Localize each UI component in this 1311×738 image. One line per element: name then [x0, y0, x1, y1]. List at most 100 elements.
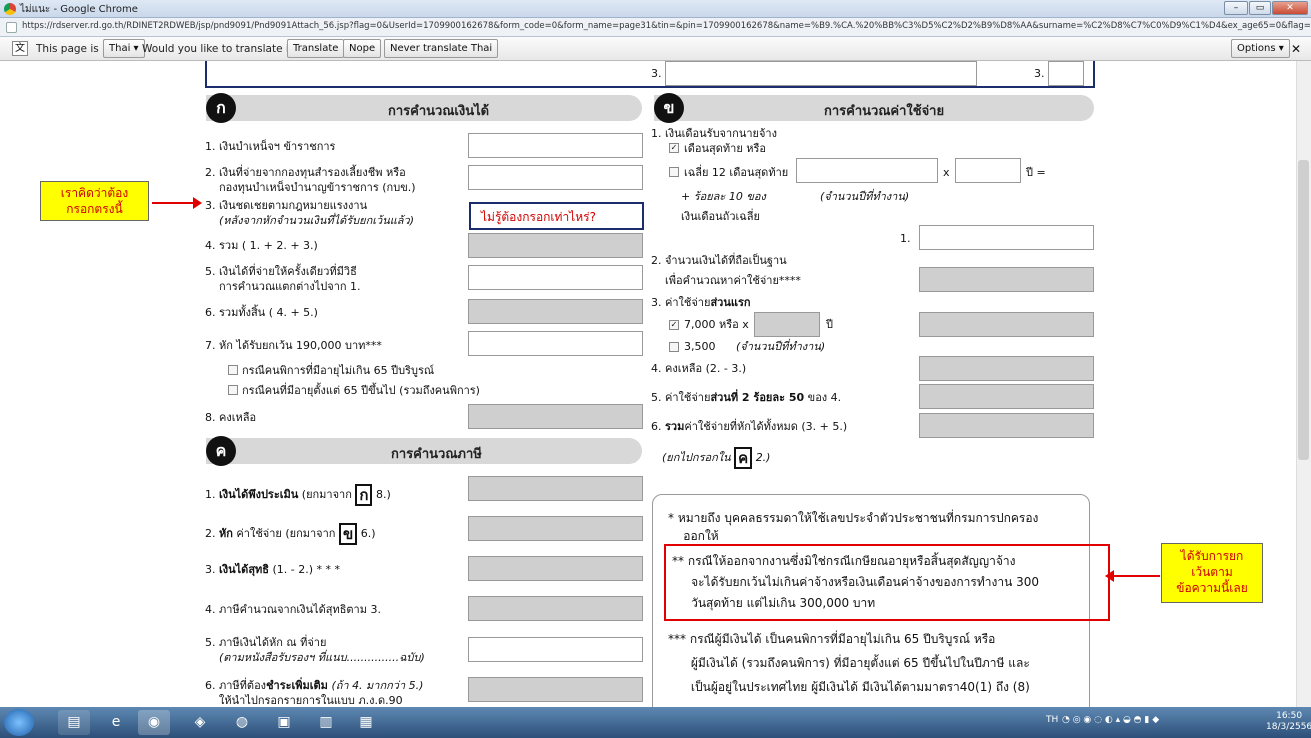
a-item-1: 1. เงินบำเหน็จฯ ข้าราชการ [205, 140, 336, 153]
b-sub1-field[interactable] [919, 225, 1094, 250]
top-row-field-left[interactable] [665, 61, 977, 86]
language-indicator[interactable]: TH [1046, 715, 1058, 725]
minimize-button[interactable]: – [1224, 1, 1248, 15]
b-work-years: (จำนวนปีที่ทำงาน) [820, 190, 910, 203]
maximize-button[interactable]: ▭ [1249, 1, 1271, 15]
b-plus10: + ร้อยละ 10 ของ [681, 190, 766, 203]
address-bar[interactable]: https://rdserver.rd.go.th/RDINET2RDWEB/j… [0, 18, 1311, 37]
c-item-3: 3. เงินได้สุทธิ (1. - 2.) * * * [205, 563, 341, 576]
note-1: * หมายถึง บุคคลธรรมดาให้ใช้เลขประจำตัวปร… [668, 511, 1039, 543]
section-c-title: การคำนวณภาษี [391, 447, 482, 462]
b-item-5: 5. ค่าใช้จ่ายส่วนที่ 2 ร้อยละ 50 ของ 4. [651, 391, 842, 404]
chrome-icon [4, 3, 16, 15]
word-taskbar-icon[interactable]: ▥ [310, 710, 342, 735]
b-check-3500[interactable] [669, 342, 679, 352]
b-avg-salary: เงินเดือนถัวเฉลี่ย [681, 210, 760, 223]
a-item-8-field [468, 404, 643, 429]
b-check-avg12[interactable] [669, 167, 679, 177]
a-item-5-field[interactable] [468, 265, 643, 290]
firefox-taskbar-icon[interactable]: ◍ [226, 710, 258, 735]
c-item-4: 4. ภาษีคำนวณจากเงินได้สุทธิตาม 3. [205, 603, 381, 616]
annotation-left-arrow [152, 202, 196, 204]
app2-taskbar-icon[interactable]: ▣ [268, 710, 300, 735]
chrome-taskbar-icon[interactable]: ◉ [138, 710, 170, 735]
close-translate-icon[interactable]: ✕ [1291, 42, 1301, 56]
section-c-badge: ค [206, 436, 236, 466]
section-b-header: การคำนวณค่าใช้จ่าย [654, 95, 1094, 121]
c-item-6-field [468, 677, 643, 702]
c-item-1-field [468, 476, 643, 501]
page-content: 3. 3. การคำนวณเงินได้ ก 1. เงินบำเหน็จฯ … [0, 61, 1296, 707]
a-item-3: 3. เงินชดเชยตามกฎหมายแรงงาน (หลังจากหักจ… [205, 199, 415, 227]
section-c-header: การคำนวณภาษี [206, 438, 642, 464]
b-item-4-field [919, 356, 1094, 381]
language-select[interactable]: Thai ▾ [103, 39, 145, 58]
b-check-last-month[interactable]: ✓ [669, 143, 679, 153]
annotation-right-arrow [1114, 575, 1160, 577]
options-button[interactable]: Options ▾ [1231, 39, 1290, 58]
b-7000-unit: ปี [826, 318, 833, 331]
annotation-right: ได้รับการยก เว้นตาม ข้อความนี้เลย [1161, 543, 1263, 603]
b-sub1-label: 1. [900, 232, 911, 245]
c-item-5-field[interactable] [468, 637, 643, 662]
never-translate-button[interactable]: Never translate Thai [384, 39, 499, 58]
b-check-7000-label: 7,000 หรือ x [684, 318, 749, 331]
note-2: ** กรณีให้ออกจากงานซึ่งมิใช่กรณีเกษียณอา… [672, 554, 1040, 610]
nope-button[interactable]: Nope [343, 39, 382, 58]
a-item-8: 8. คงเหลือ [205, 411, 257, 424]
translate-button[interactable]: Translate [287, 39, 345, 58]
b-item-1: 1. เงินเดือนรับจากนายจ้าง [651, 127, 777, 140]
excel-taskbar-icon[interactable]: ▦ [350, 710, 382, 735]
b-check-last-month-label: เดือนสุดท้าย หรือ [684, 142, 767, 155]
translate-question: Would you like to translate it? [142, 43, 299, 55]
top-row-num-right: 3. [1034, 67, 1045, 80]
section-a-badge: ก [206, 93, 236, 123]
annotation-right-arrowhead [1105, 570, 1114, 582]
b-7000-years-field [754, 312, 820, 337]
clock[interactable]: 16:50 18/3/2556 [1266, 711, 1311, 733]
a-item-2-field[interactable] [468, 165, 643, 190]
a-item-3-field[interactable]: ไม่รู้ต้องกรอกเท่าไหร่? [469, 202, 644, 230]
b-item-4: 4. คงเหลือ (2. - 3.) [651, 362, 747, 375]
b-x-sign: x [943, 166, 950, 179]
a-item-4: 4. รวม ( 1. + 2. + 3.) [205, 239, 318, 252]
ie-taskbar-icon[interactable]: e [100, 710, 132, 735]
b-years-eq: ปี = [1026, 166, 1046, 179]
a-item-7-field[interactable] [468, 331, 643, 356]
a-check-disabled[interactable] [228, 365, 238, 375]
b-avg12-field[interactable] [796, 158, 938, 183]
b-carry: (ยกไปกรอกใน ค 2.) [662, 447, 771, 469]
start-button[interactable] [4, 709, 34, 736]
section-a-title: การคำนวณเงินได้ [388, 104, 490, 119]
c-item-5: 5. ภาษีเงินได้หัก ณ ที่จ่าย (ตามหนังสือร… [205, 636, 425, 664]
a-item-5: 5. เงินได้ที่จ่ายให้ครั้งเดียวที่มีวิธี … [205, 265, 361, 293]
translate-bar: 文 This page is in Thai ▾ Would you like … [0, 37, 1311, 61]
c-item-2: 2. หัก ค่าใช้จ่าย (ยกมาจาก ข 6.) [205, 523, 376, 545]
a-item-1-field[interactable] [468, 133, 643, 158]
a-check-disabled-label: กรณีคนพิการที่มีอายุไม่เกิน 65 ปีบริบูรณ… [242, 364, 435, 377]
translate-icon: 文 [12, 41, 28, 56]
lock-icon [6, 22, 17, 33]
tray-icons[interactable]: ◔ ◎ ◉ ◌ ◐ ▴ ◒ ◓ ▮ ◆ [1062, 715, 1159, 725]
scrollbar-thumb[interactable] [1298, 160, 1309, 460]
a-item-2: 2. เงินที่จ่ายจากกองทุนสำรองเลี้ยงชีพ หร… [205, 166, 416, 194]
note-3: *** กรณีผู้มีเงินได้ เป็นคนพิการที่มีอาย… [668, 632, 1030, 694]
c-item-3-field [468, 556, 643, 581]
a-item-6: 6. รวมทั้งสิ้น ( 4. + 5.) [205, 306, 318, 319]
b-check-7000[interactable]: ✓ [669, 320, 679, 330]
app-taskbar-icon[interactable]: ◈ [184, 710, 216, 735]
url-text[interactable]: https://rdserver.rd.go.th/RDINET2RDWEB/j… [22, 21, 1311, 31]
a-check-age65[interactable] [228, 385, 238, 395]
top-row-num-left: 3. [651, 67, 662, 80]
top-row-field-right[interactable] [1048, 61, 1084, 86]
b-3500-note: (จำนวนปีที่ทำงาน) [736, 340, 826, 353]
c-item-4-field [468, 596, 643, 621]
section-b-badge: ข [654, 93, 684, 123]
a-check-age65-label: กรณีคนที่มีอายุตั้งแต่ 65 ปีขึ้นไป (รวมถ… [242, 384, 480, 397]
explorer-taskbar-icon[interactable]: ▤ [58, 710, 90, 735]
window-title: ไม่แนะ - Google Chrome [20, 4, 138, 15]
b-years-field[interactable] [955, 158, 1021, 183]
close-button[interactable]: ✕ [1272, 1, 1308, 15]
clock-time: 16:50 [1276, 711, 1303, 721]
window-titlebar: ไม่แนะ - Google Chrome – ▭ ✕ [0, 0, 1311, 18]
